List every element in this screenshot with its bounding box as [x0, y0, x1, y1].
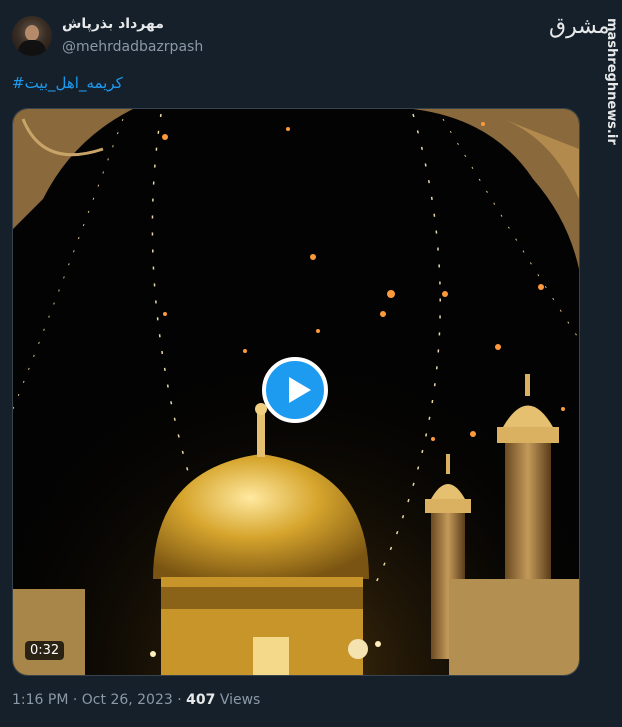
- wall-right: [449, 579, 579, 675]
- tweet-time[interactable]: 1:16 PM: [12, 692, 68, 708]
- tweet-meta: 1:16 PM · Oct 26, 2023 · 407 Views: [12, 692, 260, 708]
- tweet-card: مهرداد بذرپاش @mehrdadbazrpash #کریمه_اه…: [0, 0, 590, 727]
- avatar-face: [25, 25, 39, 41]
- play-icon: [289, 377, 311, 403]
- play-button[interactable]: [262, 357, 328, 423]
- views-label: Views: [219, 692, 261, 708]
- tweet-date[interactable]: Oct 26, 2023: [82, 692, 173, 708]
- user-handle[interactable]: @mehrdadbazrpash: [62, 39, 203, 55]
- meta-separator: ·: [177, 692, 182, 708]
- video-player[interactable]: 0:32: [12, 108, 580, 676]
- watermark-site: mashreghnews.ir: [604, 18, 619, 145]
- meta-separator: ·: [72, 692, 78, 708]
- avatar-body: [18, 40, 46, 56]
- avatar[interactable]: [12, 16, 52, 56]
- hashtag-link[interactable]: #کریمه_اهل_بیت: [12, 74, 123, 92]
- display-name[interactable]: مهرداد بذرپاش: [62, 16, 164, 32]
- video-duration: 0:32: [25, 641, 65, 660]
- views-count: 407: [186, 692, 216, 708]
- wall-left: [13, 589, 85, 675]
- mashregh-logo: مشرق: [549, 14, 610, 39]
